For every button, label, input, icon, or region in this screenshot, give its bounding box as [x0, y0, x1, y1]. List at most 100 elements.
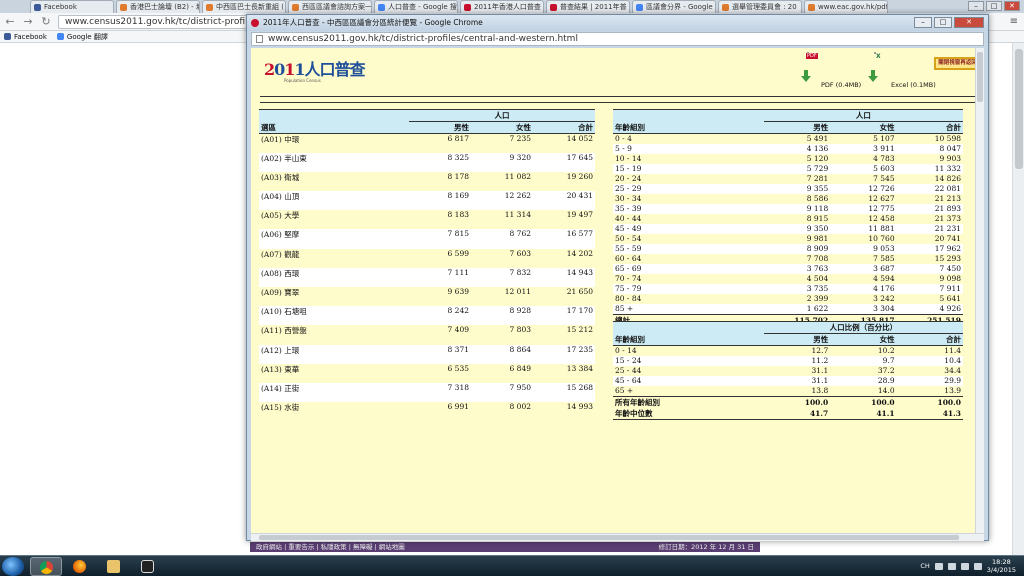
scrollbar-thumb[interactable]	[1015, 49, 1023, 169]
pdf-download-label: PDF (0.4MB)	[821, 81, 862, 89]
background-tab[interactable]: Facebook	[30, 0, 114, 13]
row-label: (A02) 半山東	[259, 152, 409, 172]
table-row: 25 - 29 9 355 12 726 22 081	[613, 184, 963, 194]
volume-icon[interactable]	[960, 562, 969, 570]
cell-value: 15 293	[896, 254, 963, 264]
popup-maximize-button[interactable]: □	[934, 17, 952, 28]
page-icon	[256, 35, 263, 43]
google-icon	[56, 33, 64, 40]
footer-links[interactable]: 政府網站 | 重要告示 | 私隱政策 | 無障礙 | 網站地圖	[256, 542, 405, 552]
scrollbar-thumb[interactable]	[259, 535, 959, 540]
flag-icon[interactable]	[973, 562, 982, 570]
divider	[260, 102, 980, 103]
popup-minimize-button[interactable]: –	[914, 17, 932, 28]
cell-value: 4 504	[763, 274, 831, 284]
cell-value: 8 762	[471, 229, 533, 249]
taskbar-firefox[interactable]	[64, 557, 96, 576]
row-label: 0 - 4	[613, 133, 764, 144]
download-arrow-icon	[801, 70, 811, 82]
cell-value: 12 726	[830, 184, 897, 194]
median-female: 41.1	[830, 408, 897, 420]
close-and-return-button[interactable]: 關閉視窗再返回	[934, 57, 981, 70]
cell-value: 8 002	[471, 402, 533, 422]
start-button[interactable]	[2, 557, 24, 576]
keyboard-icon[interactable]	[934, 562, 943, 570]
cell-value: 5 729	[763, 164, 831, 174]
population-group-header: 人口	[763, 109, 963, 122]
cell-value: 7 409	[409, 325, 471, 345]
row-label: 85 +	[613, 304, 764, 315]
row-label: 75 - 79	[613, 284, 764, 294]
ratio-group-header: 人口比例（百分比）	[763, 321, 963, 334]
tab-favicon-icon	[808, 3, 815, 11]
popup-window-controls: – □ ✕	[914, 17, 984, 28]
table-row: (A11) 西營盤 7 409 7 803 15 212	[259, 325, 595, 345]
chrome-icon	[40, 561, 53, 574]
cell-value: 12 011	[471, 287, 533, 307]
pdf-download[interactable]: PDF (0.4MB)	[799, 52, 865, 89]
background-tab[interactable]: 人口普查 - Google 搜	[374, 0, 458, 13]
back-icon[interactable]: ←	[4, 15, 16, 28]
row-label: 35 - 39	[613, 204, 764, 214]
background-scrollbar[interactable]	[1012, 43, 1024, 555]
popup-address-bar[interactable]: www.census2011.gov.hk/tc/district-profil…	[251, 32, 984, 46]
table-row: (A09) 寶翠 9 639 12 011 21 650	[259, 287, 595, 307]
age-group-population-table: 人口 年齡組別 男性 女性 合計 0 - 45 491 5 107 10 598 5…	[613, 109, 963, 327]
row-label: (A13) 東華	[259, 363, 409, 383]
table-row: 0 - 45 491 5 107 10 598	[613, 133, 963, 144]
table-row: 45 - 64 31.1 28.9 29.9	[613, 376, 963, 386]
background-tab[interactable]: 普查結果 | 2011年普	[546, 0, 630, 13]
input-language[interactable]: CH	[920, 562, 929, 570]
popup-vertical-scrollbar[interactable]	[975, 48, 984, 534]
table-row: (A02) 半山東 8 325 9 320 17 645	[259, 152, 595, 172]
median-label: 年齡中位數	[613, 408, 764, 420]
clock[interactable]: 18:28 3/4/2015	[987, 558, 1016, 574]
tab-favicon-icon	[722, 3, 729, 11]
reload-icon[interactable]: ↻	[40, 15, 52, 28]
cell-value: 11 082	[471, 171, 533, 192]
row-label: (A11) 西營盤	[259, 325, 409, 345]
minimize-button[interactable]: –	[968, 1, 984, 11]
cell-value: 11.2	[763, 356, 831, 366]
popup-horizontal-scrollbar[interactable]	[251, 533, 984, 541]
popup-title-bar[interactable]: 2011年人口普查 - 中西區區議會分區統計便覽 - Google Chrome…	[247, 15, 988, 31]
col-area: 選區	[259, 121, 409, 134]
taskbar-explorer[interactable]	[98, 557, 130, 576]
table-row: (A14) 正街 7 318 7 950 15 268	[259, 382, 595, 403]
cell-value: 2 399	[763, 294, 831, 304]
background-tab[interactable]: 中西區巴士長新重組 (	[202, 0, 286, 13]
cell-value: 15 212	[533, 325, 595, 345]
cell-value: 21 650	[533, 287, 595, 307]
bookmark-google-translate[interactable]: Google 翻譯	[56, 32, 108, 42]
table-row: 30 - 34 8 586 12 627 21 213	[613, 194, 963, 204]
background-tab[interactable]: 2011年香港人口普查	[460, 0, 544, 13]
taskbar-app[interactable]	[132, 557, 164, 576]
table-row: 45 - 49 9 350 11 881 21 231	[613, 224, 963, 234]
maximize-button[interactable]: □	[986, 1, 1002, 11]
background-tab[interactable]: 選舉管理委員會 : 20	[718, 0, 802, 13]
cell-value: 6 535	[409, 363, 471, 383]
background-tab[interactable]: 西區區議會諮詢方案一	[288, 0, 372, 13]
taskbar-chrome[interactable]	[30, 557, 62, 576]
menu-icon[interactable]: ≡	[1010, 16, 1018, 27]
background-tab[interactable]: 香港巴士論壇 (B2) - 城	[116, 0, 200, 13]
cell-value: 8 371	[409, 344, 471, 364]
scrollbar-thumb[interactable]	[977, 52, 983, 102]
background-tab-strip: Facebook 香港巴士論壇 (B2) - 城 中西區巴士長新重組 (西區區議會諮…	[0, 0, 1024, 13]
table-row: 65 +13.8 14.0 13.9	[613, 386, 963, 397]
background-tab[interactable]: www.eac.gov.hk/pdf/	[804, 0, 888, 13]
col-total: 合計	[896, 333, 963, 346]
all-ages-total: 100.0	[896, 396, 963, 408]
background-tab[interactable]: 區議會分界 - Google	[632, 0, 716, 13]
cell-value: 1 622	[763, 304, 831, 315]
popup-close-button[interactable]: ✕	[954, 17, 984, 28]
bookmark-facebook[interactable]: Facebook	[4, 33, 47, 41]
table-row: (A05) 大學 8 183 11 314 19 497	[259, 210, 595, 230]
cell-value: 7 950	[471, 382, 533, 403]
close-window-button[interactable]: ✕	[1004, 1, 1020, 11]
excel-download[interactable]: Excel (0.1MB)	[866, 52, 936, 89]
forward-icon[interactable]: →	[22, 15, 34, 28]
row-label: 55 - 59	[613, 244, 764, 254]
network-icon[interactable]	[947, 562, 956, 570]
col-age-group: 年齡組別	[613, 333, 764, 346]
